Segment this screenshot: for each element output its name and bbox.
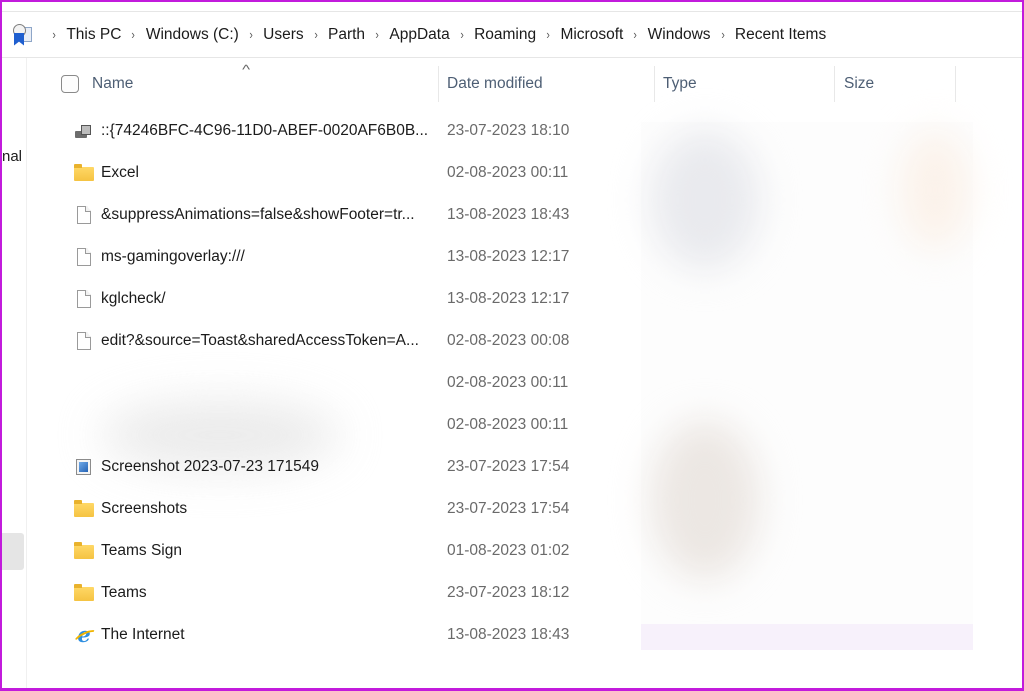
column-resize-handle[interactable] (834, 66, 835, 102)
chevron-right-icon[interactable]: › (547, 27, 550, 42)
select-all-checkbox[interactable] (61, 75, 79, 93)
redaction-blur (650, 420, 760, 580)
file-name: ms-gamingoverlay:/// (101, 248, 245, 265)
chevron-right-icon[interactable]: › (52, 27, 55, 42)
file-icon (74, 248, 94, 268)
breadcrumb-roaming[interactable]: Roaming (474, 26, 536, 44)
internet-explorer-icon: e (74, 624, 94, 646)
column-header-name[interactable]: Name (61, 66, 133, 102)
file-date-modified: 23-07-2023 17:54 (447, 458, 570, 475)
nav-item-partial-label[interactable]: nal (2, 148, 22, 165)
chevron-right-icon[interactable]: › (249, 27, 252, 42)
file-date-modified: 23-07-2023 17:54 (447, 500, 570, 517)
file-date-modified: 23-07-2023 18:12 (447, 584, 570, 601)
address-bar[interactable]: › This PC › Windows (C:) › Users › Parth… (2, 11, 1022, 58)
file-name: &suppressAnimations=false&showFooter=tr.… (101, 206, 415, 223)
file-date-modified: 01-08-2023 01:02 (447, 542, 570, 559)
image-file-icon (74, 458, 94, 478)
sort-ascending-icon: ^ (242, 62, 251, 77)
breadcrumb-windows[interactable]: Windows (648, 26, 711, 44)
recent-items-icon (12, 23, 34, 46)
chevron-right-icon[interactable]: › (375, 27, 378, 42)
folder-icon (74, 584, 94, 604)
folder-icon (74, 164, 94, 184)
breadcrumb-parth[interactable]: Parth (328, 26, 365, 44)
file-icon (74, 290, 94, 310)
file-name: Teams Sign (101, 542, 182, 559)
file-date-modified: 13-08-2023 18:43 (447, 206, 570, 223)
file-name: kglcheck/ (101, 290, 166, 307)
file-date-modified: 02-08-2023 00:08 (447, 332, 570, 349)
file-date-modified: 13-08-2023 12:17 (447, 248, 570, 265)
column-header-type[interactable]: Type (663, 66, 697, 102)
file-name: Screenshot 2023-07-23 171549 (101, 458, 320, 475)
breadcrumb-microsoft[interactable]: Microsoft (560, 26, 623, 44)
column-header-row: Name ^ Date modified Type Size (27, 62, 987, 106)
breadcrumb-users[interactable]: Users (263, 26, 303, 44)
column-header-size[interactable]: Size (844, 66, 874, 102)
file-icon (74, 332, 94, 352)
file-name: Teams (101, 584, 147, 601)
drive-icon (74, 122, 94, 142)
column-header-date-modified[interactable]: Date modified (447, 66, 543, 102)
breadcrumb-appdata[interactable]: AppData (389, 26, 449, 44)
file-name: The Internet (101, 626, 185, 643)
chevron-right-icon[interactable]: › (634, 27, 637, 42)
file-name: edit?&source=Toast&sharedAccessToken=A..… (101, 332, 419, 349)
file-date-modified: 13-08-2023 18:43 (447, 626, 570, 643)
breadcrumb-recent-items[interactable]: Recent Items (735, 26, 826, 44)
redacted-panel-edge (641, 624, 973, 650)
redaction-blur (650, 130, 760, 270)
file-name: Excel (101, 164, 139, 181)
column-resize-handle[interactable] (654, 66, 655, 102)
breadcrumb-this-pc[interactable]: This PC (66, 26, 121, 44)
chevron-right-icon[interactable]: › (314, 27, 317, 42)
folder-icon (74, 542, 94, 562)
column-resize-handle[interactable] (955, 66, 956, 102)
file-date-modified: 13-08-2023 12:17 (447, 290, 570, 307)
file-date-modified: 02-08-2023 00:11 (447, 374, 569, 391)
column-resize-handle[interactable] (438, 66, 439, 102)
file-date-modified: 02-08-2023 00:11 (447, 164, 569, 181)
file-date-modified: 02-08-2023 00:11 (447, 416, 569, 433)
chevron-right-icon[interactable]: › (460, 27, 463, 42)
file-name: Screenshots (101, 500, 188, 517)
file-icon (74, 206, 94, 226)
nav-item-selected[interactable] (2, 533, 24, 570)
column-header-name-label: Name (92, 75, 134, 92)
chevron-right-icon[interactable]: › (721, 27, 724, 42)
breadcrumb-windows-c[interactable]: Windows (C:) (146, 26, 239, 44)
chevron-right-icon[interactable]: › (132, 27, 135, 42)
file-date-modified: 23-07-2023 18:10 (447, 122, 570, 139)
file-name: ::{74246BFC-4C96-11D0-ABEF-0020AF6B0B... (101, 122, 429, 139)
redaction-blur (900, 130, 970, 250)
folder-icon (74, 500, 94, 520)
